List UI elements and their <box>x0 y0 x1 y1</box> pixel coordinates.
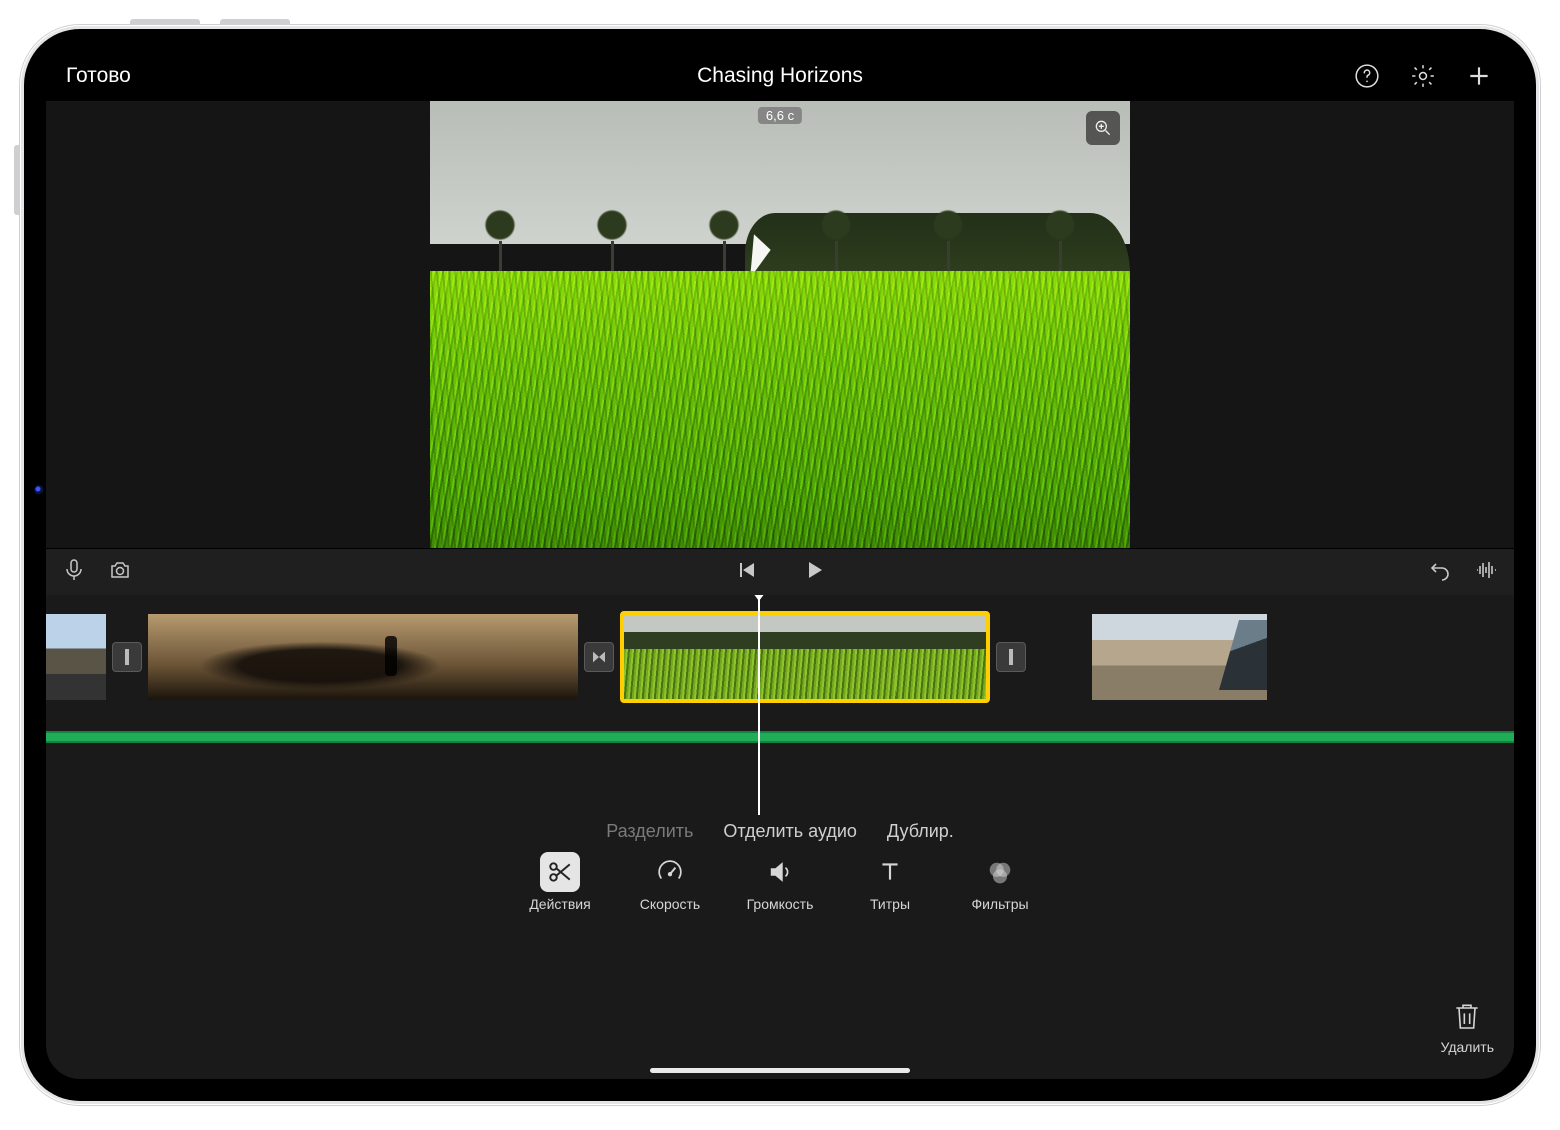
timeline[interactable] <box>46 595 1514 815</box>
action-tabs: Разделить Отделить аудио Дублир. <box>606 821 954 842</box>
hardware-camera <box>34 485 44 495</box>
timeline-clip[interactable] <box>148 614 578 700</box>
audio-waveform-icon[interactable] <box>1474 558 1498 587</box>
filters-icon <box>980 852 1020 892</box>
hardware-button <box>130 19 200 25</box>
tool-label: Действия <box>529 896 590 912</box>
transition-slot[interactable] <box>584 642 614 672</box>
tab-detach-audio[interactable]: Отделить аудио <box>723 821 857 842</box>
home-indicator[interactable] <box>650 1068 910 1073</box>
app-screen: Готово Chasing Horizons <box>46 51 1514 1079</box>
project-title: Chasing Horizons <box>46 64 1514 88</box>
playhead[interactable] <box>758 595 760 815</box>
tool-filters[interactable]: Фильтры <box>965 852 1035 912</box>
zoom-magnifier-icon[interactable] <box>1086 111 1120 145</box>
timeline-clip[interactable] <box>1092 614 1267 700</box>
settings-gear-icon[interactable] <box>1408 61 1438 91</box>
hardware-button <box>220 19 290 25</box>
tool-actions[interactable]: Действия <box>525 852 595 912</box>
titles-t-icon <box>870 852 910 892</box>
microphone-icon[interactable] <box>62 558 86 587</box>
timeline-clip-selected[interactable] <box>620 611 990 703</box>
tool-label: Титры <box>870 896 910 912</box>
tab-duplicate[interactable]: Дублир. <box>887 821 954 842</box>
tool-volume[interactable]: Громкость <box>745 852 815 912</box>
transition-slot[interactable] <box>996 642 1026 672</box>
transition-slot[interactable] <box>112 642 142 672</box>
help-icon[interactable] <box>1352 61 1382 91</box>
tool-delete[interactable]: Удалить <box>1441 1000 1494 1055</box>
trash-icon <box>1451 1000 1483 1035</box>
edit-bar: Разделить Отделить аудио Дублир. Действи… <box>46 815 1514 1079</box>
clip-duration-badge: 6,6 с <box>758 107 802 124</box>
preview-area: 6,6 с <box>46 101 1514 549</box>
play-icon[interactable] <box>802 558 826 587</box>
audio-track[interactable] <box>46 731 1514 743</box>
tool-titles[interactable]: Титры <box>855 852 925 912</box>
tool-speed[interactable]: Скорость <box>635 852 705 912</box>
volume-icon <box>760 852 800 892</box>
video-preview[interactable]: 6,6 с <box>430 101 1130 548</box>
tool-label: Скорость <box>640 896 700 912</box>
playback-toolbar <box>46 549 1514 595</box>
add-plus-icon[interactable] <box>1464 61 1494 91</box>
speedometer-icon <box>650 852 690 892</box>
done-button[interactable]: Готово <box>66 64 131 88</box>
clips-row <box>46 609 1514 705</box>
ipad-device-frame: Готово Chasing Horizons <box>20 25 1540 1105</box>
tab-split[interactable]: Разделить <box>606 821 693 842</box>
skip-to-start-icon[interactable] <box>734 558 758 587</box>
tool-label: Громкость <box>747 896 814 912</box>
tool-label: Удалить <box>1441 1039 1494 1055</box>
tool-label: Фильтры <box>971 896 1028 912</box>
scissors-icon <box>540 852 580 892</box>
hardware-button <box>14 145 20 215</box>
undo-icon[interactable] <box>1428 558 1452 587</box>
timeline-clip[interactable] <box>46 614 106 700</box>
top-navbar: Готово Chasing Horizons <box>46 51 1514 101</box>
camera-icon[interactable] <box>108 558 132 587</box>
